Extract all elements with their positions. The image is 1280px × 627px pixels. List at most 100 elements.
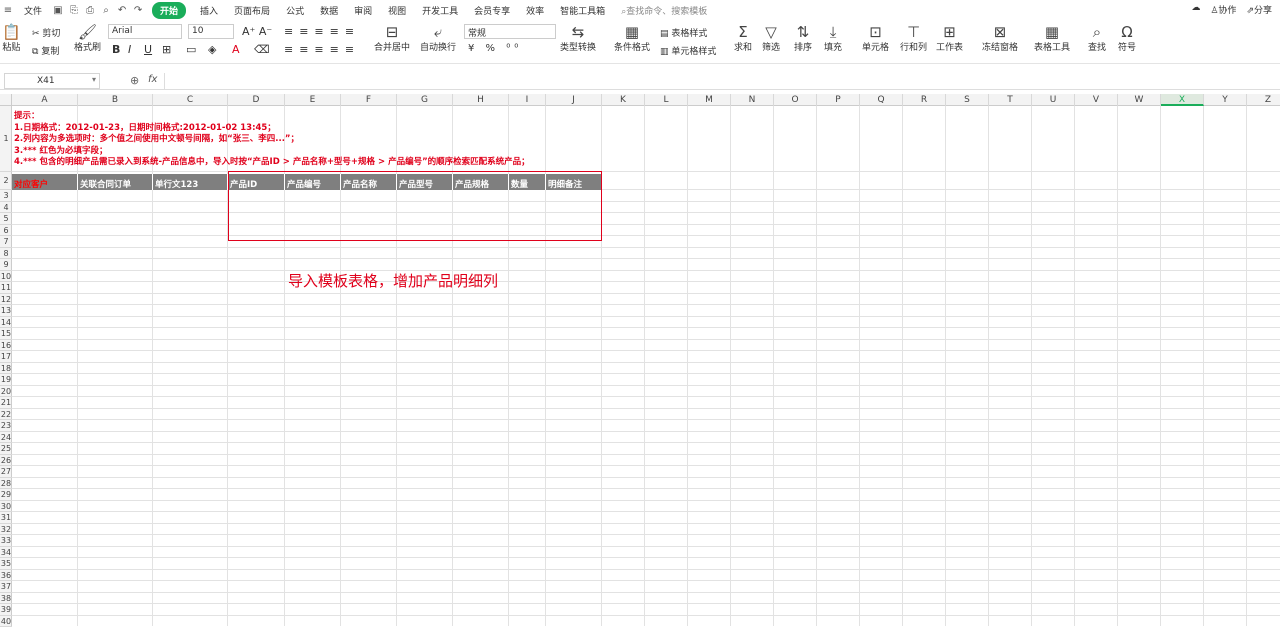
row-header-11[interactable]: 11 [0, 282, 12, 294]
table-tools-button[interactable]: ▦表格工具 [1034, 24, 1070, 53]
row-header-39[interactable]: 39 [0, 604, 12, 616]
redo-icon[interactable]: ↷ [130, 5, 146, 16]
row-header-26[interactable]: 26 [0, 455, 12, 467]
tab-smart-toolbox[interactable]: 智能工具箱 [552, 4, 613, 17]
export-icon[interactable]: ⎘ [66, 5, 82, 16]
row-header-17[interactable]: 17 [0, 351, 12, 363]
row-header-25[interactable]: 25 [0, 443, 12, 455]
row-header-13[interactable]: 13 [0, 305, 12, 317]
row-header-12[interactable]: 12 [0, 294, 12, 306]
copy-button[interactable]: ⧉ 复制 [32, 44, 59, 57]
type-convert-button[interactable]: ⇆类型转换 [560, 24, 596, 53]
filter-button[interactable]: ▽筛选 [762, 24, 780, 53]
row-header-24[interactable]: 24 [0, 432, 12, 444]
align-vertical-icons[interactable]: ≡≡≡≡≡ [284, 25, 360, 38]
command-search[interactable]: ⌕查找命令、搜索模板 [621, 4, 707, 17]
paste-button[interactable]: 📋粘贴 [2, 24, 21, 53]
cell-style-button[interactable]: ▥ 单元格样式 [660, 44, 716, 57]
tab-insert[interactable]: 插入 [192, 4, 226, 17]
column-header-o[interactable]: O [774, 94, 817, 106]
column-header-s[interactable]: S [946, 94, 989, 106]
row-header-16[interactable]: 16 [0, 340, 12, 352]
row-header-8[interactable]: 8 [0, 248, 12, 260]
row-header-4[interactable]: 4 [0, 202, 12, 214]
print-icon[interactable]: ⎙ [82, 5, 98, 16]
fill-button[interactable]: ⤓填充 [824, 24, 842, 53]
cell-grid[interactable]: 提示：1.日期格式：2012-01-23，日期时间格式:2012-01-02 1… [12, 106, 1280, 626]
row-header-22[interactable]: 22 [0, 409, 12, 421]
italic-icon[interactable]: I [128, 43, 131, 56]
row-header-6[interactable]: 6 [0, 225, 12, 237]
row-header-14[interactable]: 14 [0, 317, 12, 329]
row-header-34[interactable]: 34 [0, 547, 12, 559]
column-header-z[interactable]: Z [1247, 94, 1280, 106]
column-header-l[interactable]: L [645, 94, 688, 106]
merge-center-button[interactable]: ⊟合并居中 [374, 24, 410, 53]
header-cell[interactable]: 单行文123 [153, 174, 228, 190]
row-header-28[interactable]: 28 [0, 478, 12, 490]
column-header-m[interactable]: M [688, 94, 731, 106]
eraser-icon[interactable]: ⌫ [254, 43, 270, 56]
cells-button[interactable]: ⊡单元格 [862, 24, 889, 53]
column-header-q[interactable]: Q [860, 94, 903, 106]
column-header-n[interactable]: N [731, 94, 774, 106]
cond-format-button[interactable]: ▦条件格式 [614, 24, 650, 53]
column-header-c[interactable]: C [153, 94, 228, 106]
tab-efficiency[interactable]: 效率 [518, 4, 552, 17]
row-header-21[interactable]: 21 [0, 397, 12, 409]
preview-icon[interactable]: ⌕ [98, 5, 114, 16]
format-painter-button[interactable]: 🖌格式刷 [74, 24, 101, 53]
font-size-select[interactable]: 10 [188, 24, 234, 39]
column-header-x[interactable]: X [1161, 94, 1204, 106]
column-header-i[interactable]: I [509, 94, 546, 106]
sum-button[interactable]: Σ求和 [734, 24, 752, 53]
align-horizontal-icons[interactable]: ≡≡≡≡≡ [284, 43, 360, 56]
column-header-r[interactable]: R [903, 94, 946, 106]
font-grow-icon[interactable]: A⁺ A⁻ [242, 25, 272, 38]
collab-button[interactable]: ♙协作 [1210, 3, 1236, 16]
column-header-w[interactable]: W [1118, 94, 1161, 106]
zoom-icon[interactable]: ⊕ [130, 74, 139, 87]
font-name-select[interactable]: Arial [108, 24, 182, 39]
cloud-icon[interactable]: ☁ [1191, 3, 1200, 16]
row-header-19[interactable]: 19 [0, 374, 12, 386]
save-icon[interactable]: ▣ [50, 5, 66, 16]
column-header-j[interactable]: J [546, 94, 602, 106]
column-header-y[interactable]: Y [1204, 94, 1247, 106]
row-header-2[interactable]: 2 [0, 172, 12, 190]
header-cell[interactable]: 关联合同订单 [78, 174, 153, 190]
undo-icon[interactable]: ↶ [114, 5, 130, 16]
row-header-32[interactable]: 32 [0, 524, 12, 536]
column-header-u[interactable]: U [1032, 94, 1075, 106]
menu-icon[interactable]: ≡ [0, 5, 16, 16]
symbol-button[interactable]: Ω符号 [1118, 24, 1136, 53]
row-col-button[interactable]: ⊤行和列 [900, 24, 927, 53]
tab-data[interactable]: 数据 [312, 4, 346, 17]
tab-member[interactable]: 会员专享 [466, 4, 518, 17]
row-header-33[interactable]: 33 [0, 535, 12, 547]
column-header-g[interactable]: G [397, 94, 453, 106]
fx-icon[interactable]: fx [148, 74, 157, 85]
row-header-38[interactable]: 38 [0, 593, 12, 605]
row-header-15[interactable]: 15 [0, 328, 12, 340]
row-header-31[interactable]: 31 [0, 512, 12, 524]
border-icon[interactable]: ⊞ [162, 43, 171, 56]
row-header-35[interactable]: 35 [0, 558, 12, 570]
tab-view[interactable]: 视图 [380, 4, 414, 17]
freeze-button[interactable]: ⊠冻结窗格 [982, 24, 1018, 53]
row-header-30[interactable]: 30 [0, 501, 12, 513]
find-button[interactable]: ⌕查找 [1088, 24, 1106, 53]
row-header-27[interactable]: 27 [0, 466, 12, 478]
font-color-icon[interactable]: A [232, 43, 240, 56]
row-header-23[interactable]: 23 [0, 420, 12, 432]
tab-page-layout[interactable]: 页面布局 [226, 4, 278, 17]
row-header-18[interactable]: 18 [0, 363, 12, 375]
highlight-icon[interactable]: ◈ [208, 43, 216, 56]
column-header-d[interactable]: D [228, 94, 285, 106]
chevron-down-icon[interactable]: ▾ [92, 75, 96, 84]
column-header-t[interactable]: T [989, 94, 1032, 106]
file-menu[interactable]: 文件 [16, 4, 50, 17]
wrap-text-button[interactable]: ⤶自动换行 [420, 24, 456, 53]
row-header-29[interactable]: 29 [0, 489, 12, 501]
column-header-a[interactable]: A [12, 94, 78, 106]
